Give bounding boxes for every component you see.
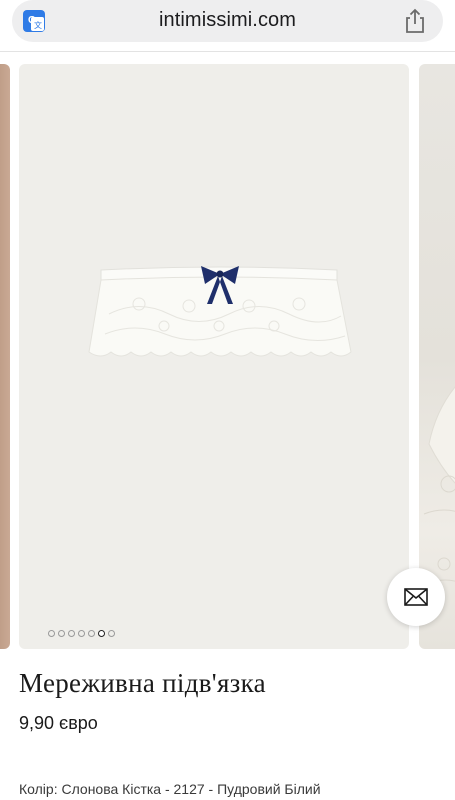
next-slide-lace-detail: [423, 386, 455, 585]
product-image-carousel[interactable]: [0, 64, 455, 649]
url-text[interactable]: intimissimi.com: [0, 9, 455, 32]
contact-button[interactable]: [387, 568, 445, 626]
current-slide[interactable]: [19, 64, 409, 649]
mail-icon: [404, 588, 428, 606]
carousel-dot[interactable]: [48, 630, 55, 637]
product-title: Мереживна підв'язка: [19, 668, 266, 698]
product-color-info: Колір: Слонова Кістка - 2127 - Пудровий …: [19, 781, 321, 797]
toolbar-divider: [0, 51, 455, 52]
browser-toolbar: G 文 intimissimi.com: [0, 0, 455, 52]
share-icon[interactable]: [403, 8, 427, 34]
next-slide-image[interactable]: [419, 64, 455, 649]
carousel-dot-active[interactable]: [98, 630, 105, 637]
carousel-dot[interactable]: [78, 630, 85, 637]
previous-slide-image[interactable]: [0, 64, 10, 649]
product-price: 9,90 євро: [19, 713, 98, 733]
carousel-dot[interactable]: [58, 630, 65, 637]
carousel-dot[interactable]: [68, 630, 75, 637]
carousel-dot[interactable]: [88, 630, 95, 637]
carousel-dot[interactable]: [108, 630, 115, 637]
product-image-lace-garter: [88, 266, 352, 357]
carousel-pagination[interactable]: [48, 630, 115, 637]
